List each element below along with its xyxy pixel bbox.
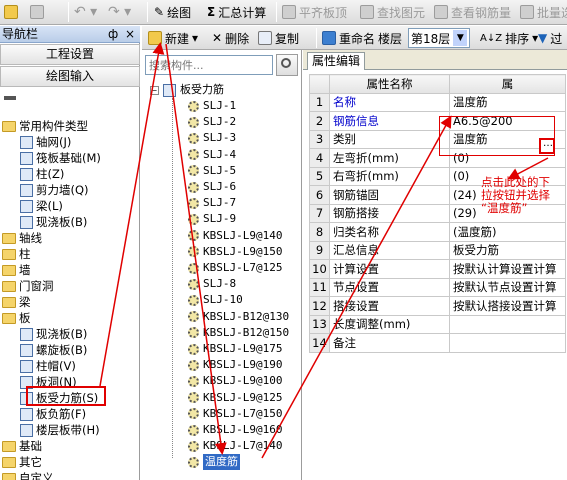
arrow-dropdown-to-annotation — [507, 157, 549, 180]
arrow-selected-to-name — [261, 115, 452, 459]
arrow-nav-to-new — [99, 42, 165, 387]
annotation-arrows — [99, 42, 549, 459]
arrow-new-to-selected — [165, 43, 227, 455]
